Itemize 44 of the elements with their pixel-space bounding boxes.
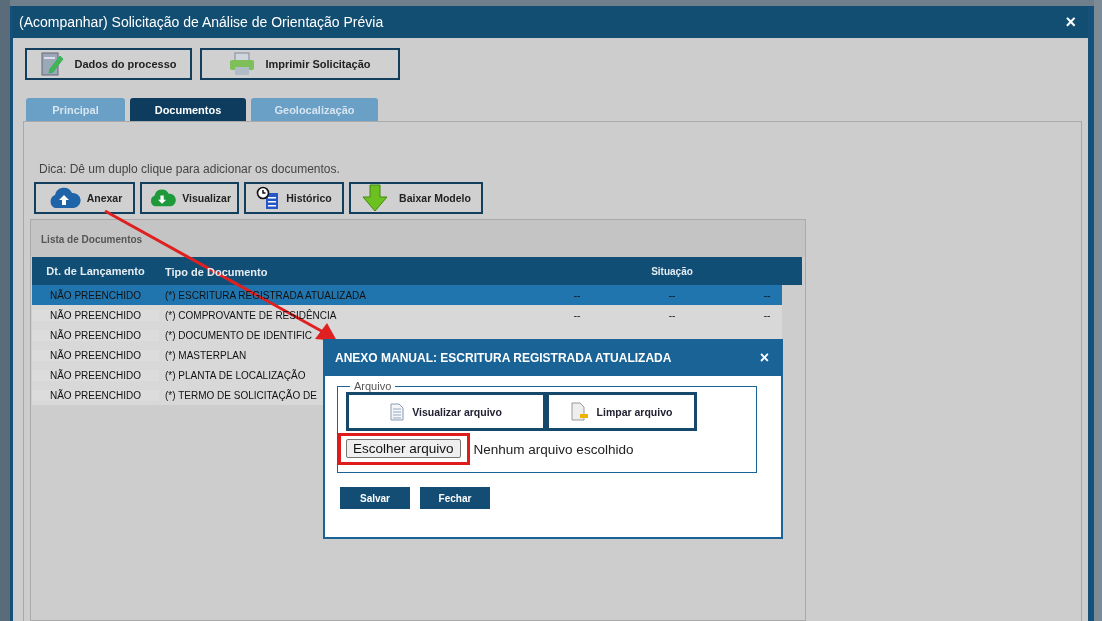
document-pencil-icon: [40, 51, 65, 77]
table-cell: NÃO PREENCHIDO: [32, 389, 159, 401]
printer-icon: [229, 52, 256, 76]
dialog-title: ANEXO MANUAL: ESCRITURA REGISTRADA ATUALIZADA: [335, 350, 672, 365]
clear-file-button[interactable]: Limpar arquivo: [546, 392, 697, 431]
view-button[interactable]: Visualizar: [140, 182, 239, 214]
close-button[interactable]: ×: [753, 347, 775, 368]
column-header: Situação: [651, 265, 693, 277]
process-data-button[interactable]: Dados do processo: [25, 48, 192, 80]
table-cell: NÃO PREENCHIDO: [32, 329, 159, 341]
table-cell-text: --: [762, 309, 772, 321]
choose-file-button[interactable]: Escolher arquivo: [346, 439, 461, 458]
print-button[interactable]: Imprimir Solicitação: [200, 48, 400, 80]
save-button[interactable]: Salvar: [340, 487, 410, 509]
cloud-download-icon: [148, 187, 177, 209]
view-file-button[interactable]: Visualizar arquivo: [346, 392, 546, 431]
close-button[interactable]: ×: [1061, 11, 1080, 33]
group-label: Arquivo: [353, 380, 393, 392]
table-cell: (*) DOCUMENTO DE IDENTIFIC: [165, 330, 313, 341]
document-eraser-icon: [570, 401, 589, 422]
table-cell-text: --: [572, 289, 582, 301]
download-template-button[interactable]: Baixar Modelo: [349, 182, 483, 214]
table-cell: (*) TERMO DE SOLICITAÇÃO DE: [165, 390, 317, 401]
column-header: Dt. de Lançamento: [45, 265, 146, 277]
file-status-text: Nenhum arquivo escolhido: [473, 441, 634, 457]
tab[interactable]: Documentos: [130, 98, 246, 121]
dialog-title: (Acompanhar) Solicitação de Análise de Orientação Prévia: [19, 14, 384, 30]
down-arrow-icon: [361, 184, 390, 212]
table-cell-text: --: [667, 309, 677, 321]
list-title: Lista de Documentos: [31, 220, 805, 257]
table-cell-text: --: [667, 289, 677, 301]
close-dialog-button[interactable]: Fechar: [420, 487, 490, 509]
table-cell: (*) MASTERPLAN: [165, 350, 247, 361]
table-cell: NÃO PREENCHIDO: [32, 369, 159, 381]
table-cell-text: --: [762, 289, 772, 301]
table-cell: NÃO PREENCHIDO: [32, 349, 159, 361]
attach-button[interactable]: Anexar: [34, 182, 135, 214]
history-icon: [256, 186, 281, 210]
table-cell: (*) PLANTA DE LOCALIZAÇÃO: [165, 370, 306, 381]
table-cell: NÃO PREENCHIDO: [32, 309, 159, 321]
history-button[interactable]: Histórico: [244, 182, 344, 214]
document-icon: [390, 402, 405, 421]
table-cell-text: --: [572, 309, 582, 321]
hint-text: Dica: Dê um duplo clique para adicionar os documentos.: [39, 162, 341, 176]
